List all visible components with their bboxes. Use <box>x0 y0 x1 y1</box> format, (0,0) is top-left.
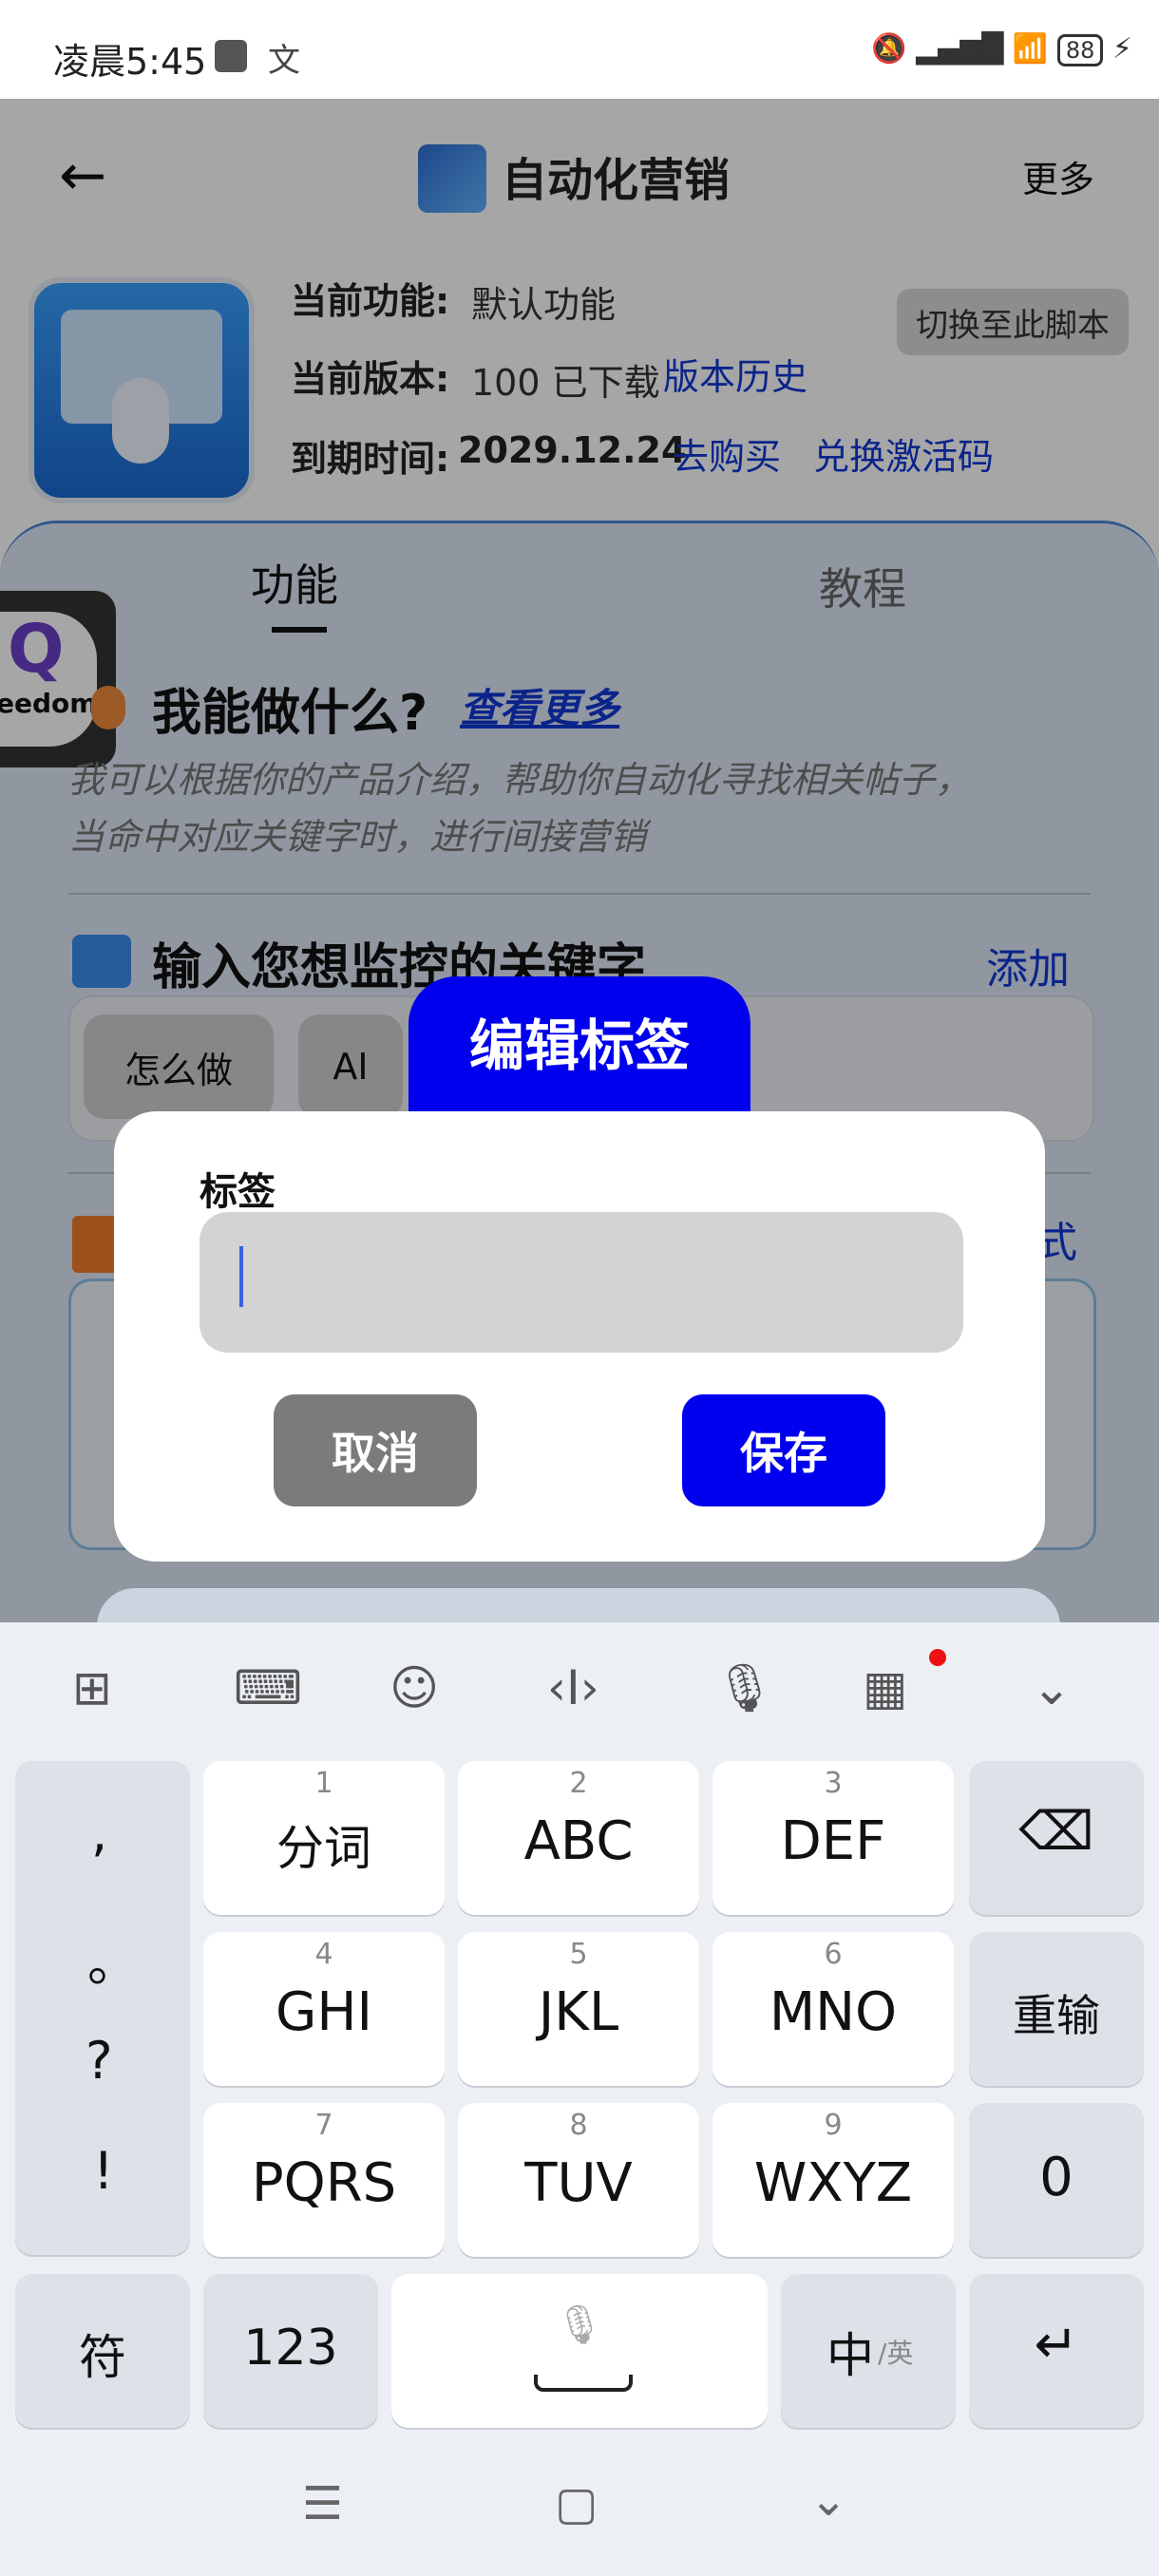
key-number: 7 <box>314 2109 333 2142</box>
mute-icon: 🔕 <box>871 32 907 66</box>
key-label: TUV <box>524 2152 633 2214</box>
cancel-button[interactable]: 取消 <box>274 1394 477 1506</box>
tag-field-label: 标签 <box>200 1170 276 1214</box>
microphone-icon[interactable]: 🎙 <box>714 1660 774 1716</box>
backspace-icon: ⌫ <box>1018 1801 1094 1863</box>
key-label: PQRS <box>251 2152 397 2214</box>
ime-indicator: 文 <box>268 42 300 80</box>
punct-comma[interactable]: , <box>91 1803 107 1863</box>
reenter-key[interactable]: 重输 <box>969 1932 1144 2086</box>
key-number: 3 <box>824 1767 843 1800</box>
punct-period[interactable]: 。 <box>87 1921 139 1996</box>
symbols-key[interactable]: 符 <box>15 2274 190 2428</box>
key-9[interactable]: 9 WXYZ <box>712 2103 954 2257</box>
key-label: 123 <box>243 2320 338 2377</box>
notification-dot <box>929 1649 946 1666</box>
language-toggle-key[interactable]: 中 /英 <box>781 2274 956 2428</box>
key-label: DEF <box>780 1810 886 1872</box>
enter-icon: ↵ <box>1034 2314 1079 2376</box>
wifi-icon: 📶 <box>1012 32 1049 66</box>
lang-main: 中 <box>826 2328 874 2383</box>
key-6[interactable]: 6 MNO <box>712 1932 954 2086</box>
lang-alt: /英 <box>878 2338 914 2369</box>
key-label: 符 <box>79 2330 126 2385</box>
keyboard-layout-icon[interactable]: ⌨ <box>234 1660 302 1715</box>
charging-icon: ⚡ <box>1112 32 1132 66</box>
text-caret <box>239 1246 243 1307</box>
backspace-key[interactable]: ⌫ <box>969 1761 1144 1915</box>
status-bar: 凌晨5:45 文 🔕 ▂▄▆█ 📶 88 ⚡ <box>0 0 1159 99</box>
status-icons: 🔕 ▂▄▆█ 📶 88 ⚡ <box>871 32 1132 66</box>
space-key[interactable]: 🎙 <box>391 2274 768 2428</box>
enter-key[interactable]: ↵ <box>969 2274 1144 2428</box>
key-5[interactable]: 5 JKL <box>458 1932 699 2086</box>
key-label: 0 <box>1039 2147 1074 2208</box>
tag-input[interactable] <box>200 1212 963 1353</box>
voice-input-icon: 🎙 <box>555 2303 604 2347</box>
keyboard: ⊞ ⌨ ☺ ‹I› 🎙 ▦ ⌄ , 。 ? ! 1 分词 2 ABC 3 DEF… <box>0 1622 1159 2576</box>
key-1[interactable]: 1 分词 <box>203 1761 445 1915</box>
key-label: 分词 <box>276 1821 371 1876</box>
punct-exclaim[interactable]: ! <box>93 2141 114 2201</box>
key-label: JKL <box>538 1981 619 2043</box>
emoji-icon[interactable]: ☺ <box>390 1660 439 1715</box>
menu-nav-icon[interactable]: ☰ <box>302 2477 343 2530</box>
space-bar-icon <box>534 2375 633 2392</box>
key-0[interactable]: 0 <box>969 2103 1144 2257</box>
apps-grid-icon[interactable]: ⊞ <box>72 1660 112 1715</box>
dialog-title: 编辑标签 <box>408 976 750 1117</box>
battery-icon: 88 <box>1056 34 1104 66</box>
key-label: 重输 <box>1013 1990 1100 2041</box>
battery-level: 88 <box>1065 37 1095 64</box>
key-label: GHI <box>275 1981 373 2043</box>
calculator-icon[interactable]: ▦ <box>863 1660 907 1715</box>
key-number: 9 <box>824 2109 843 2142</box>
back-nav-icon[interactable]: ⌄ <box>809 2473 847 2527</box>
save-button[interactable]: 保存 <box>682 1394 885 1506</box>
key-8[interactable]: 8 TUV <box>458 2103 699 2257</box>
app-notification-icon <box>215 40 247 72</box>
punct-question[interactable]: ? <box>86 2031 113 2091</box>
status-time: 凌晨5:45 <box>53 41 207 83</box>
key-3[interactable]: 3 DEF <box>712 1761 954 1915</box>
numbers-key[interactable]: 123 <box>203 2274 378 2428</box>
cursor-icon[interactable]: ‹I› <box>547 1660 599 1715</box>
key-label: MNO <box>769 1981 898 2043</box>
key-label: WXYZ <box>753 2152 913 2214</box>
key-2[interactable]: 2 ABC <box>458 1761 699 1915</box>
key-number: 2 <box>569 1767 588 1800</box>
home-nav-icon[interactable]: ▢ <box>555 2477 598 2530</box>
key-4[interactable]: 4 GHI <box>203 1932 445 2086</box>
key-number: 1 <box>314 1767 333 1800</box>
key-7[interactable]: 7 PQRS <box>203 2103 445 2257</box>
key-number: 5 <box>569 1938 588 1971</box>
signal-icon: ▂▄▆█ <box>916 32 1004 66</box>
key-number: 8 <box>569 2109 588 2142</box>
collapse-keyboard-icon[interactable]: ⌄ <box>1032 1660 1072 1715</box>
key-label: ABC <box>523 1810 634 1872</box>
key-number: 6 <box>824 1938 843 1971</box>
key-number: 4 <box>314 1938 333 1971</box>
